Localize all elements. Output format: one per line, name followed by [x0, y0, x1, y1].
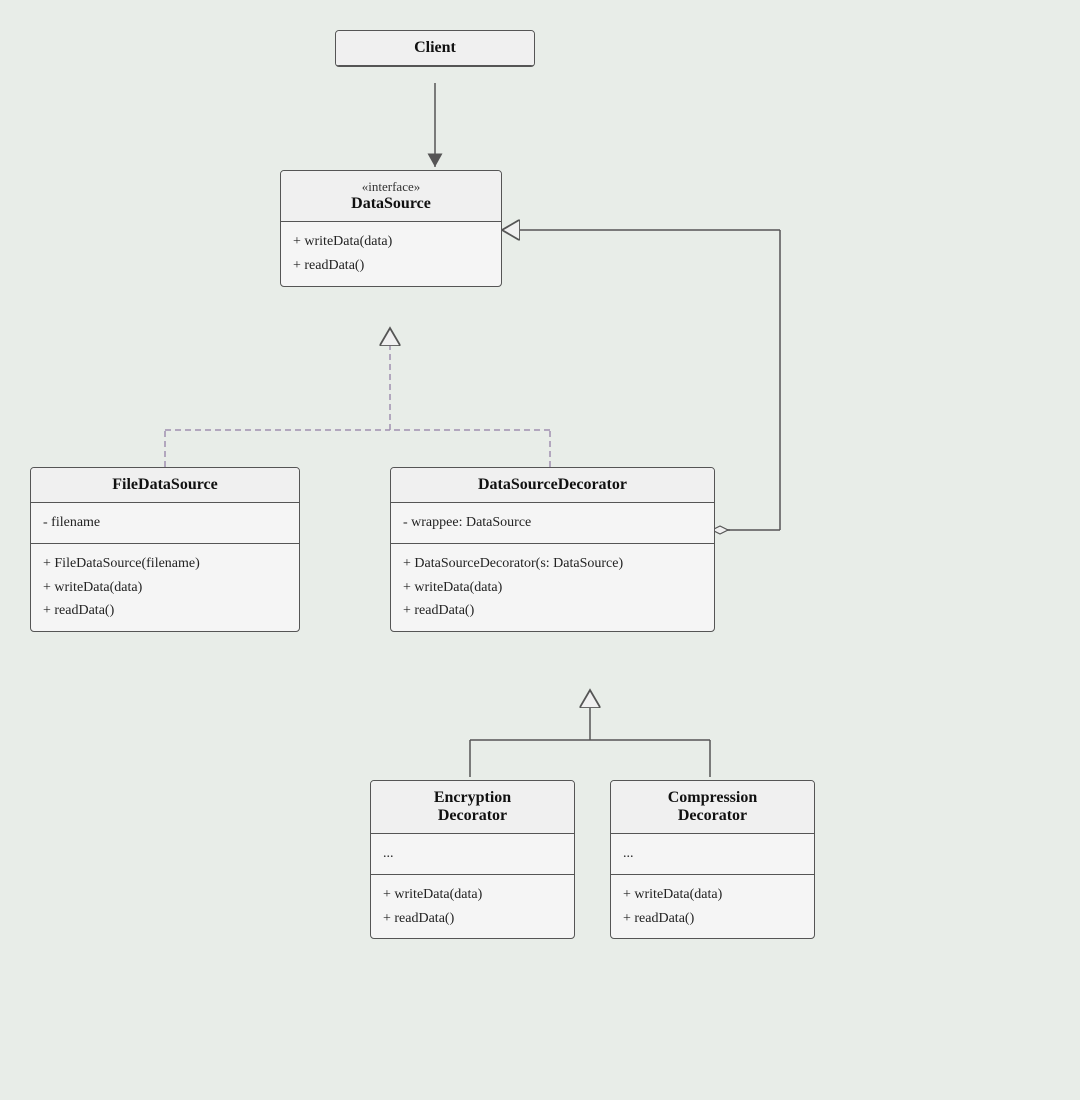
compressiondecorator-box: CompressionDecorator ... + writeData(dat… [610, 780, 815, 939]
client-box: Client [335, 30, 535, 67]
datasourcedecorator-box: DataSourceDecorator - wrappee: DataSourc… [390, 467, 715, 632]
filedatasource-classname: FileDataSource [43, 476, 287, 494]
compressiondecorator-methods: + writeData(data)+ readData() [611, 875, 814, 939]
diagram-container: Client «interface» DataSource + writeDat… [0, 0, 1080, 1100]
compressiondecorator-header: CompressionDecorator [611, 781, 814, 834]
encryptiondecorator-fields: ... [371, 834, 574, 875]
datasourcedecorator-header: DataSourceDecorator [391, 468, 714, 503]
datasource-classname: DataSource [293, 195, 489, 213]
compressiondecorator-fields: ... [611, 834, 814, 875]
encryptiondecorator-classname: EncryptionDecorator [383, 789, 562, 825]
client-classname: Client [348, 39, 522, 57]
datasource-header: «interface» DataSource [281, 171, 501, 222]
encryptiondecorator-methods: + writeData(data)+ readData() [371, 875, 574, 939]
filedatasource-header: FileDataSource [31, 468, 299, 503]
filedatasource-methods: + FileDataSource(filename)+ writeData(da… [31, 544, 299, 631]
filedatasource-fields: - filename [31, 503, 299, 544]
datasource-stereotype: «interface» [293, 179, 489, 195]
compressiondecorator-classname: CompressionDecorator [623, 789, 802, 825]
encryptiondecorator-header: EncryptionDecorator [371, 781, 574, 834]
datasource-methods: + writeData(data)+ readData() [281, 222, 501, 286]
datasourcedecorator-classname: DataSourceDecorator [403, 476, 702, 494]
filedatasource-box: FileDataSource - filename + FileDataSour… [30, 467, 300, 632]
client-header: Client [336, 31, 534, 66]
datasourcedecorator-fields: - wrappee: DataSource [391, 503, 714, 544]
datasource-box: «interface» DataSource + writeData(data)… [280, 170, 502, 287]
datasourcedecorator-methods: + DataSourceDecorator(s: DataSource)+ wr… [391, 544, 714, 631]
encryptiondecorator-box: EncryptionDecorator ... + writeData(data… [370, 780, 575, 939]
